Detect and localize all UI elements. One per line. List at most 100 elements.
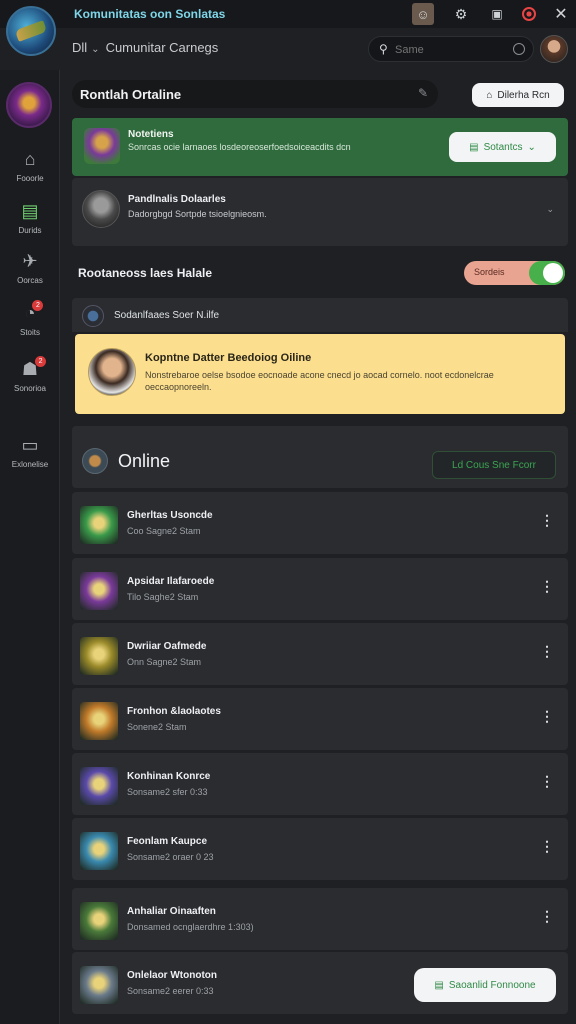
sidebar-item-durids[interactable]: ▤ Durids [0, 200, 60, 246]
app-logo [6, 6, 56, 56]
online-action-button[interactable]: Ld Cous Sne Fcorr [432, 451, 556, 479]
chevron-down-icon: ⌄ [527, 141, 536, 153]
featured-title: Kopntne Datter Beedoiog Oiline [145, 352, 312, 364]
breadcrumb-root: Dll [72, 40, 88, 55]
chevron-down-icon: ⌄ [91, 44, 100, 55]
section-title: Rontlah Ortaline [80, 87, 182, 102]
more-icon[interactable]: ⋮ [540, 908, 554, 925]
friend-status: Tilo Saghe2 Stam [127, 592, 199, 602]
list-item[interactable]: Gherltas Usoncde Coo Sagne2 Stam ⋮ [72, 492, 568, 554]
game-thumbnail [80, 767, 118, 805]
breadcrumb-current: Cumunitar Carnegs [105, 40, 219, 55]
featured-desc: Nonstrebaroe oelse bsodoe eocnoade acone… [145, 370, 494, 392]
notification-badge: 2 [35, 356, 47, 367]
notification-action-button[interactable]: ▤ Sotantcs ⌄ [449, 132, 556, 162]
bell-icon: ⌂ [486, 89, 493, 101]
friend-name: Gherltas Usoncde [127, 510, 213, 521]
sidebar-item-label: Oorcas [17, 276, 43, 285]
game-thumbnail [80, 702, 118, 740]
game-thumbnail [80, 966, 118, 1004]
friend-status: Onn Sagne2 Stam [127, 657, 202, 667]
friend-name: Konhinan Konrce [127, 771, 211, 782]
friend-name: Feonlam Kaupce [127, 836, 208, 847]
online-icon [82, 448, 108, 474]
message-icon: ▤ [21, 201, 39, 221]
status-icon [82, 305, 104, 327]
game-thumbnail [80, 572, 118, 610]
bottom-action-label: Saoanlid Fonnoone [448, 979, 536, 991]
sidebar-item-exlonelise[interactable]: ▭ Exlonelise [0, 434, 60, 480]
edit-icon[interactable]: ✎ [418, 86, 428, 100]
community-avatar[interactable] [6, 82, 52, 128]
notification-action-label: Sotantcs [483, 141, 523, 153]
more-icon[interactable]: ⋮ [540, 578, 554, 595]
notification-thumbnail [84, 128, 120, 164]
rocket-icon: ✈ [22, 251, 38, 271]
list-item[interactable]: Anhaliar Oinaaften Donsamed ocnglaerdhre … [72, 888, 568, 950]
section-header: Rontlah Ortaline ✎ [72, 80, 438, 108]
sidebar-item-label: Durids [18, 226, 42, 235]
friend-name: Dwriiar Oafmede [127, 641, 207, 652]
sidebar-item-label: Stoits [19, 328, 40, 337]
friend-status: Sonsame2 oraer 0 23 [127, 852, 214, 862]
sidebar-item-label: Sonorioa [13, 384, 47, 393]
friend-status: Sonsame2 eerer 0:33 [127, 986, 214, 996]
list-item[interactable]: Fronhon &laolaotes Sonene2 Stam ⋮ [72, 688, 568, 750]
search-icon: ⚲ [379, 42, 388, 56]
online-title: Online [118, 451, 171, 471]
friend-status: Coo Sagne2 Stam [127, 526, 201, 536]
sidebar-item-stoits[interactable]: ◔ 2 Stoits [0, 300, 60, 348]
notification-title: Notetiens [128, 129, 174, 140]
sidebar-item-label: Fooorle [16, 174, 44, 183]
more-icon[interactable]: ⋮ [540, 643, 554, 660]
friend-status: Sonene2 Stam [127, 722, 187, 732]
search-box[interactable]: ⚲ [368, 36, 534, 62]
more-icon[interactable]: ⋮ [540, 708, 554, 725]
game-thumbnail [80, 637, 118, 675]
notification-badge: 2 [32, 300, 44, 311]
pending-card[interactable]: Pandlnalis Dolaarles Dadorgbgd Sortpde t… [72, 178, 568, 246]
now-row[interactable]: Sodanlfaaes Soer N.ilfe [72, 298, 568, 332]
sidebar-item-sonorioa[interactable]: ☗ 2 Sonorioa [0, 356, 60, 404]
screen-icon: ▭ [21, 435, 39, 455]
top-action-button[interactable]: ⌂ Dilerha Rcn [472, 83, 564, 107]
clear-icon[interactable] [513, 43, 525, 55]
chevron-down-icon[interactable]: ⌄ [546, 204, 554, 215]
gamepad-icon: ⌂ [24, 149, 36, 169]
inbox-icon[interactable]: ▣ [486, 3, 508, 25]
pending-title: Pandlnalis Dolaarles [128, 194, 226, 205]
list-item[interactable]: Apsidar Ilafaroede Tilo Saghe2 Stam ⋮ [72, 558, 568, 620]
sidebar-item-fooorle[interactable]: ⌂ Fooorle [0, 148, 60, 194]
online-header: Online Ld Cous Sne Fcorr [72, 426, 568, 488]
more-icon[interactable]: ⋮ [540, 773, 554, 790]
list-item[interactable]: Feonlam Kaupce Sonsame2 oraer 0 23 ⋮ [72, 818, 568, 880]
friend-name: Apsidar Ilafaroede [127, 576, 215, 587]
close-icon[interactable]: ✕ [550, 3, 572, 25]
breadcrumb[interactable]: Dll ⌄ Cumunitar Carnegs [72, 40, 218, 55]
settings-icon[interactable]: ⚙ [450, 3, 472, 25]
user-avatar[interactable] [540, 35, 568, 63]
list-item[interactable]: Dwriiar Oafmede Onn Sagne2 Stam ⋮ [72, 623, 568, 685]
bottom-action-button[interactable]: ▤ Saoanlid Fonnoone [414, 968, 556, 1002]
avatar [82, 190, 120, 228]
title-bar: Komunitatas oon Sonlatas ☺ ⚙ ▣ ✕ [0, 0, 576, 28]
featured-card[interactable]: Kopntne Datter Beedoiog Oiline Nonstreba… [75, 334, 565, 414]
filter-toggle[interactable]: Sordeis [464, 261, 565, 285]
list-item[interactable]: Konhinan Konrce Sonsame2 sfer 0:33 ⋮ [72, 753, 568, 815]
toggle-track[interactable] [529, 261, 565, 285]
more-icon[interactable]: ⋮ [540, 512, 554, 529]
friend-name: Onlelaor Wtonoton [127, 970, 217, 981]
sidebar-item-oorcas[interactable]: ✈ Oorcas [0, 250, 60, 296]
search-input[interactable] [395, 41, 505, 59]
profile-icon[interactable]: ☺ [412, 3, 434, 25]
now-row-label: Sodanlfaaes Soer N.ilfe [114, 310, 220, 321]
more-icon[interactable]: ⋮ [540, 838, 554, 855]
avatar [88, 348, 136, 396]
game-thumbnail [80, 902, 118, 940]
top-action-label: Dilerha Rcn [497, 89, 550, 101]
toggle-label: Sordeis [474, 267, 505, 277]
pending-desc: Dadorgbgd Sortpde tsioelgnieosm. [128, 209, 267, 219]
game-thumbnail [80, 506, 118, 544]
notification-desc: Sonrcas ocie larnaoes losdeoreoserfoedso… [128, 142, 351, 152]
record-icon[interactable] [518, 3, 540, 25]
